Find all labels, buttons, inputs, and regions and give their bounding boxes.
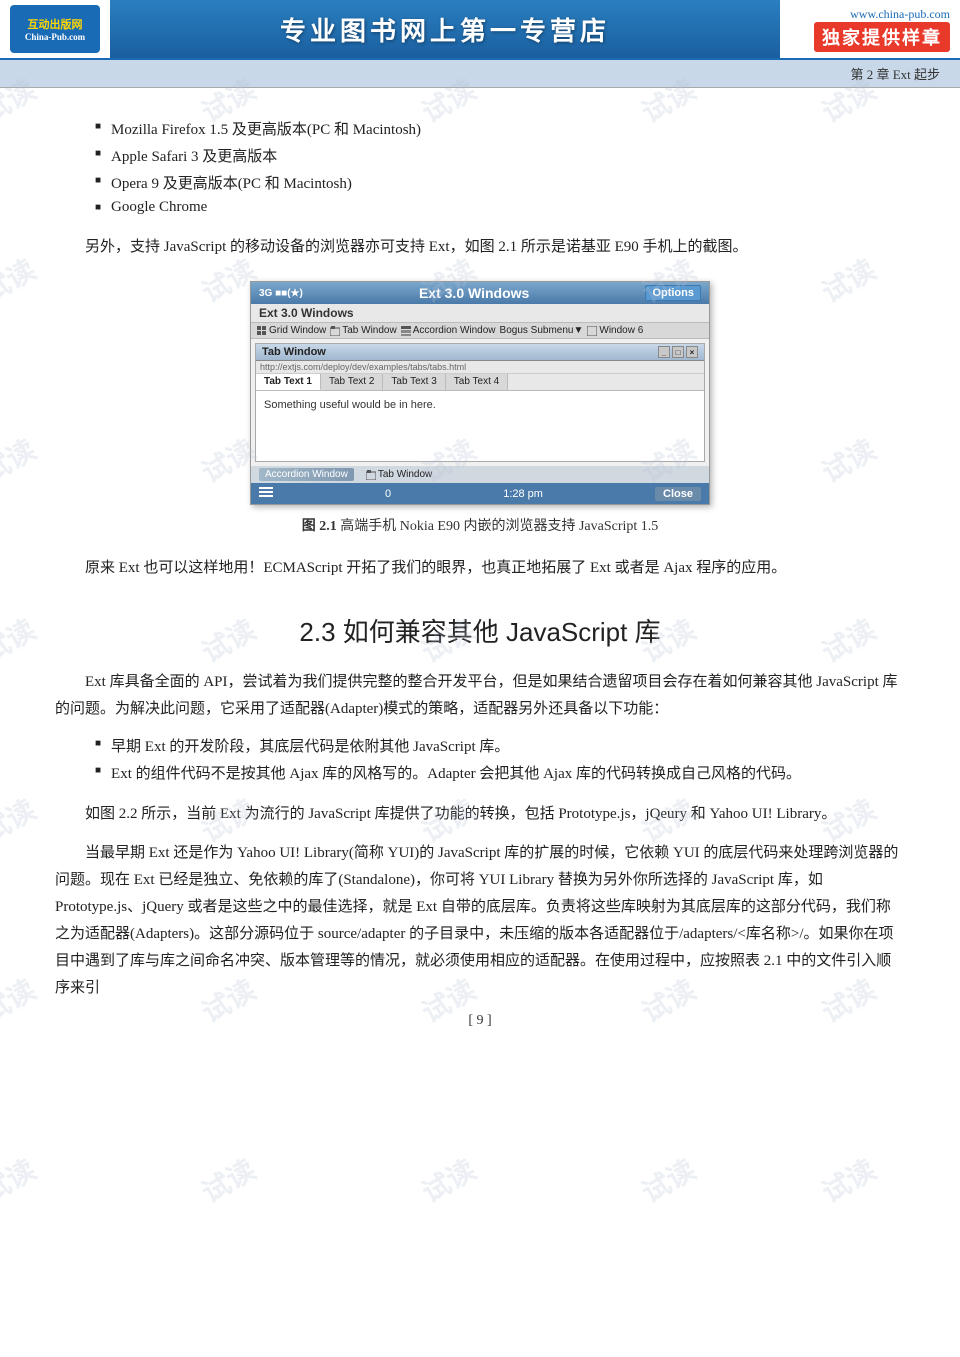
phone-window: Tab Window _ □ × http://extjs.com/deploy… (255, 343, 705, 462)
phone-window-header: Tab Window _ □ × (256, 344, 704, 361)
paragraph-5: 当最早期 Ext 还是作为 Yahoo UI! Library(简称 YUI)的… (55, 840, 905, 1002)
tab-content: Something useful would be in here. (256, 391, 704, 461)
site-title: 专业图书网上第一专营店 (110, 0, 780, 58)
tab-bottom-icon (366, 470, 376, 480)
section-heading-text: 2.3 如何兼容其他 JavaScript 库 (299, 617, 660, 647)
exclusive-label: 独家提供样章 (814, 22, 950, 52)
website-url: www.china-pub.com (850, 7, 950, 22)
logo-top-text: 互动出版网 (28, 16, 83, 32)
logo: 互动出版网 China-Pub.com (10, 5, 100, 53)
figure-number: 图 2.1 (302, 519, 337, 534)
logo-bottom-text: China-Pub.com (25, 32, 85, 42)
figure-caption-text: 高端手机 Nokia E90 内嵌的浏览器支持 JavaScript 1.5 (340, 519, 658, 534)
watermark-text: 试读 (414, 1149, 483, 1212)
list-item-text: Mozilla Firefox 1.5 及更高版本(PC 和 Macintosh… (111, 118, 421, 139)
grid-icon (257, 326, 267, 336)
phone-tabs: Tab Text 1 Tab Text 2 Tab Text 3 Tab Tex… (256, 374, 704, 391)
list-item-text: Apple Safari 3 及更高版本 (111, 145, 277, 166)
watermark-text: 试读 (814, 1149, 883, 1212)
tab-1: Tab Text 1 (256, 374, 321, 390)
phone-screenshot: 3G ■■(★) Ext 3.0 Windows Options Ext 3.0… (250, 281, 710, 505)
phone-statusbar: 0 1:28 pm Close (251, 483, 709, 504)
toolbar-item-bogus: Bogus Submenu▼ (500, 325, 584, 336)
phone-subheader: Ext 3.0 Windows (251, 304, 709, 323)
toolbar-item-tab: Tab Window (330, 325, 396, 336)
status-left-number: 0 (385, 488, 391, 500)
browser-list: Mozilla Firefox 1.5 及更高版本(PC 和 Macintosh… (95, 118, 905, 216)
window-controls: _ □ × (658, 346, 698, 358)
toolbar-item-accordion: Accordion Window (401, 325, 496, 336)
window-icon (587, 326, 597, 336)
status-time: 1:28 pm (503, 488, 543, 500)
list-item-text: Google Chrome (111, 199, 207, 216)
figure-container: 3G ■■(★) Ext 3.0 Windows Options Ext 3.0… (240, 281, 720, 535)
chapter-bar-text: 第 2 章 Ext 起步 (850, 67, 940, 82)
paragraph-3-text: Ext 库具备全面的 API，尝试着为我们提供完整的整合开发平台，但是如果结合遗… (55, 674, 898, 717)
accordion-bottom-label: Accordion Window (259, 468, 354, 481)
paragraph-2: 原来 Ext 也可以这样地用！ECMAScript 开拓了我们的眼界，也真正地拓… (55, 555, 905, 582)
tab-3: Tab Text 3 (383, 374, 445, 390)
page-footer: [ 9 ] (0, 1013, 960, 1029)
tab-icon (330, 326, 340, 336)
paragraph-2-text: 原来 Ext 也可以这样地用！ECMAScript 开拓了我们的眼界，也真正地拓… (85, 560, 786, 576)
watermark-text: 试读 (0, 1149, 42, 1212)
menu-icon (259, 485, 273, 499)
phone-options-button: Options (645, 285, 701, 301)
toolbar-item-window6: Window 6 (587, 325, 643, 336)
list-item: Google Chrome (95, 199, 905, 216)
list-item: Opera 9 及更高版本(PC 和 Macintosh) (95, 172, 905, 193)
page-number: [ 9 ] (468, 1013, 491, 1028)
restore-button: □ (672, 346, 684, 358)
minimize-button: _ (658, 346, 670, 358)
tab-bottom-label: Tab Window (366, 469, 432, 480)
list-item: 早期 Ext 的开发阶段，其底层代码是依附其他 JavaScript 库。 (95, 735, 905, 756)
logo-container: 互动出版网 China-Pub.com (0, 0, 110, 58)
list-item: Mozilla Firefox 1.5 及更高版本(PC 和 Macintosh… (95, 118, 905, 139)
list-item: Ext 的组件代码不是按其他 Ajax 库的风格写的。Adapter 会把其他 … (95, 762, 905, 783)
main-content: Mozilla Firefox 1.5 及更高版本(PC 和 Macintosh… (0, 88, 960, 1044)
close-button: × (686, 346, 698, 358)
phone-subheader-text: Ext 3.0 Windows (259, 306, 354, 320)
tab-2: Tab Text 2 (321, 374, 383, 390)
status-close-button: Close (655, 487, 701, 501)
tab-4: Tab Text 4 (446, 374, 508, 390)
phone-toolbar: Grid Window Tab Window Accordion Window … (251, 323, 709, 339)
page-header: 互动出版网 China-Pub.com 专业图书网上第一专营店 www.chin… (0, 0, 960, 60)
status-menu-icon (259, 485, 273, 502)
toolbar-item-grid: Grid Window (257, 325, 326, 336)
phone-title: Ext 3.0 Windows (419, 285, 529, 301)
paragraph-1-text: 另外，支持 JavaScript 的移动设备的浏览器亦可支持 Ext，如图 2.… (85, 239, 747, 255)
list-item-text: 早期 Ext 的开发阶段，其底层代码是依附其他 JavaScript 库。 (111, 735, 509, 756)
paragraph-4: 如图 2.2 所示，当前 Ext 为流行的 JavaScript 库提供了功能的… (55, 801, 905, 828)
paragraph-4-text: 如图 2.2 所示，当前 Ext 为流行的 JavaScript 库提供了功能的… (85, 806, 836, 822)
watermark-text: 试读 (634, 1149, 703, 1212)
list-item: Apple Safari 3 及更高版本 (95, 145, 905, 166)
phone-bottom-bar: Accordion Window Tab Window (251, 466, 709, 483)
section-heading: 2.3 如何兼容其他 JavaScript 库 (55, 612, 905, 649)
url-bar: http://extjs.com/deploy/dev/examples/tab… (256, 361, 704, 374)
site-title-text: 专业图书网上第一专营店 (280, 11, 610, 48)
header-right: www.china-pub.com 独家提供样章 (780, 0, 960, 58)
paragraph-1: 另外，支持 JavaScript 的移动设备的浏览器亦可支持 Ext，如图 2.… (55, 234, 905, 261)
figure-caption: 图 2.1 高端手机 Nokia E90 内嵌的浏览器支持 JavaScript… (302, 515, 659, 535)
list-item-text: Opera 9 及更高版本(PC 和 Macintosh) (111, 172, 352, 193)
chapter-bar: 第 2 章 Ext 起步 (0, 60, 960, 88)
feature-list: 早期 Ext 的开发阶段，其底层代码是依附其他 JavaScript 库。 Ex… (95, 735, 905, 783)
window-title: Tab Window (262, 346, 326, 358)
phone-signal: 3G ■■(★) (259, 288, 303, 299)
list-item-text: Ext 的组件代码不是按其他 Ajax 库的风格写的。Adapter 会把其他 … (111, 762, 801, 783)
watermark-text: 试读 (194, 1149, 263, 1212)
paragraph-5-text: 当最早期 Ext 还是作为 Yahoo UI! Library(简称 YUI)的… (55, 845, 898, 996)
phone-header: 3G ■■(★) Ext 3.0 Windows Options (251, 282, 709, 304)
paragraph-3: Ext 库具备全面的 API，尝试着为我们提供完整的整合开发平台，但是如果结合遗… (55, 669, 905, 723)
accordion-icon (401, 326, 411, 336)
